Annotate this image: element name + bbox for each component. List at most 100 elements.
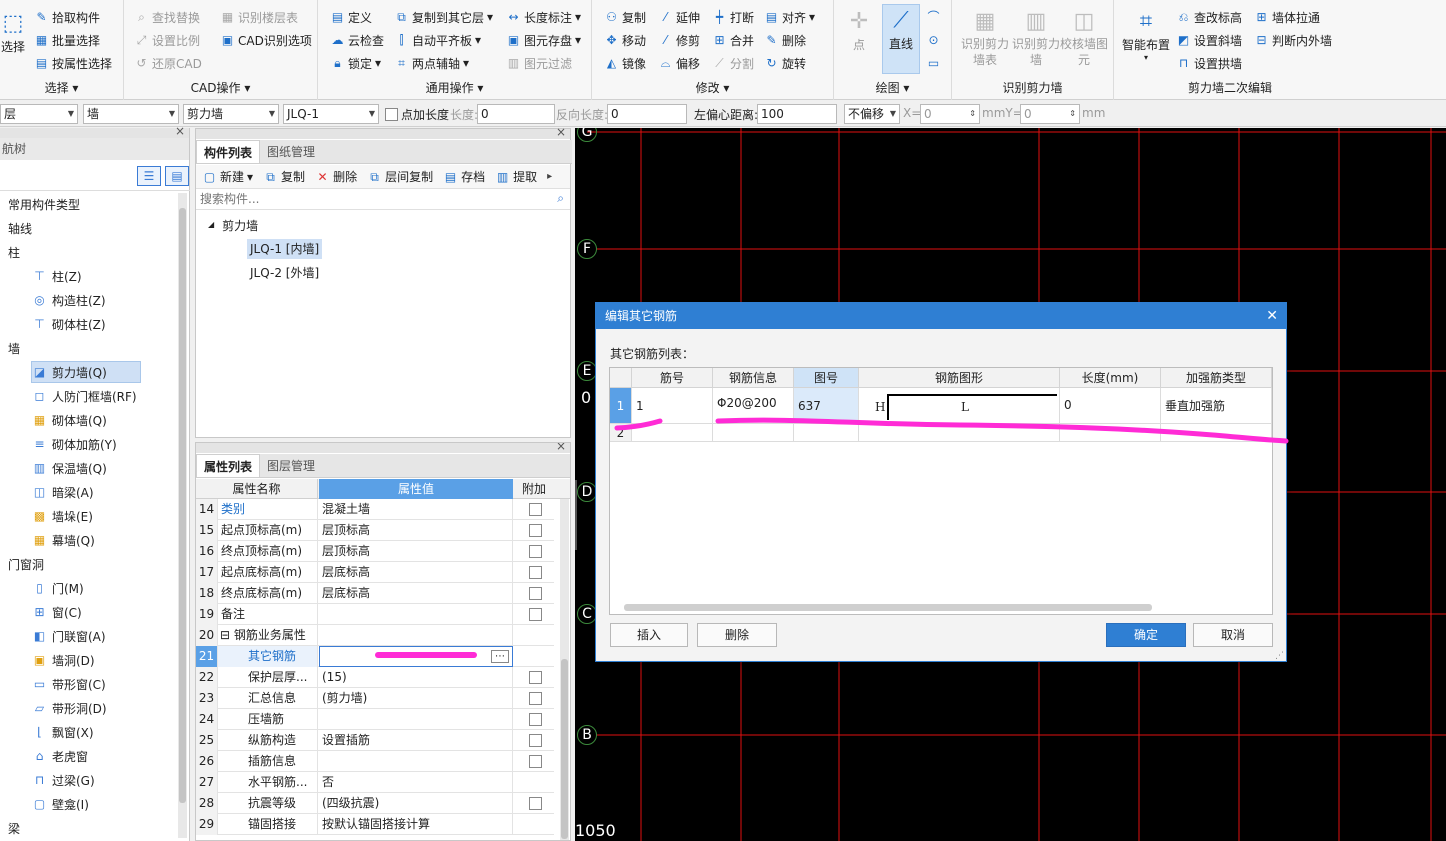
x-input[interactable]: 0 ⇕	[920, 104, 980, 124]
y-input[interactable]: 0 ⇕	[1020, 104, 1080, 124]
line-button[interactable]: ⟋ 直线	[882, 4, 920, 74]
type-select[interactable]: 剪力墙 ▼	[183, 104, 279, 124]
property-scrollbar-thumb[interactable]	[561, 659, 568, 839]
cancel-button[interactable]: 取消	[1193, 623, 1273, 647]
nav-column[interactable]: ⊤ 柱(Z)	[32, 265, 81, 287]
cell-length[interactable]: 0	[1060, 388, 1161, 424]
nav-beam-group[interactable]: 梁	[8, 817, 20, 839]
nav-lintel[interactable]: ⊓ 过梁(G)	[32, 769, 95, 791]
close-icon[interactable]: ×	[556, 125, 566, 139]
length-dimension-button[interactable]: ↔ 长度标注 ▾	[506, 7, 581, 27]
floor-select[interactable]: 层 ▼	[0, 104, 78, 124]
property-value[interactable]: (剪力墙)	[319, 688, 513, 709]
nav-niche[interactable]: ▢ 壁龛(I)	[32, 793, 89, 815]
property-row[interactable]: 25 纵筋构造 设置插筋	[196, 730, 554, 751]
property-value[interactable]: 按默认锚固搭接计算	[319, 814, 513, 835]
nav-door-window-combo[interactable]: ◧ 门联窗(A)	[32, 625, 106, 647]
property-value[interactable]: 设置插筋	[319, 730, 513, 751]
property-value[interactable]	[319, 709, 513, 730]
property-value[interactable]: 层顶标高	[319, 520, 513, 541]
nav-wall-pier[interactable]: ▩ 墙垛(E)	[32, 505, 93, 527]
splitter-handle[interactable]	[575, 480, 577, 550]
define-button[interactable]: ▤ 定义	[330, 7, 372, 27]
tab-component-list[interactable]: 构件列表	[196, 140, 261, 163]
component-search-input[interactable]	[196, 190, 536, 208]
batch-select-button[interactable]: ▦ 批量选择	[34, 30, 100, 50]
nav-window[interactable]: ⊞ 窗(C)	[32, 601, 81, 623]
circle-button[interactable]: ⊙	[926, 30, 941, 50]
property-row[interactable]: 26 插筋信息	[196, 751, 554, 772]
select-group-title[interactable]: 选择 ▾	[0, 79, 123, 96]
property-row[interactable]: 19 备注	[196, 604, 554, 625]
additional-checkbox[interactable]	[529, 734, 542, 747]
cell-rebar-info[interactable]	[713, 424, 794, 442]
property-row[interactable]: 21 其它钢筋 ⋯	[196, 646, 554, 667]
extend-button[interactable]: ⁄ 延伸	[658, 7, 700, 27]
nav-axis[interactable]: 轴线	[8, 217, 32, 239]
lock-button[interactable]: 🔒︎ 锁定 ▾	[330, 53, 381, 73]
additional-checkbox[interactable]	[529, 566, 542, 579]
component-item-jlq2[interactable]: JLQ-2 [外墙]	[247, 263, 322, 283]
property-row[interactable]: 20 ⊟ 钢筋业务属性	[196, 625, 554, 646]
cell-bar-no[interactable]	[632, 424, 713, 442]
additional-checkbox[interactable]	[529, 503, 542, 516]
property-value[interactable]: 层底标高	[319, 562, 513, 583]
reverse-length-input[interactable]: 0	[607, 104, 687, 124]
nav-masonry-column[interactable]: ⊤ 砌体柱(Z)	[32, 313, 105, 335]
point-button[interactable]: ✛ 点	[842, 6, 876, 53]
set-slant-wall-button[interactable]: ◩ 设置斜墙	[1176, 30, 1242, 50]
nav-masonry-reinforcement[interactable]: ≡ 砌体加筋(Y)	[32, 433, 116, 455]
property-value[interactable]: 否	[319, 772, 513, 793]
close-icon[interactable]: ×	[556, 443, 566, 453]
property-value[interactable]: ⋯	[319, 646, 513, 667]
auto-align-slab-button[interactable]: ⫿ 自动平齐板 ▾	[394, 30, 481, 50]
property-value[interactable]: 混凝土墙	[319, 499, 513, 520]
delete-component-button[interactable]: ✕ 删除	[315, 167, 358, 187]
nav-scrollbar[interactable]	[178, 193, 187, 838]
component-item-jlq1[interactable]: JLQ-1 [内墙]	[247, 239, 323, 259]
cell-reinforcement-type[interactable]: 垂直加强筋	[1161, 388, 1272, 424]
nav-column-group[interactable]: 柱	[8, 241, 20, 263]
cell-figure-no[interactable]: 637	[794, 388, 859, 424]
additional-checkbox[interactable]	[529, 545, 542, 558]
wall-extend-button[interactable]: ⊞ 墙体拉通	[1254, 7, 1320, 27]
nav-wall-opening[interactable]: ▣ 墙洞(D)	[32, 649, 95, 671]
list-view-icon[interactable]: ☰	[137, 166, 161, 186]
property-row[interactable]: 14 类别 混凝土墙	[196, 499, 554, 520]
rotate-button[interactable]: ↻ 旋转	[764, 53, 806, 73]
cell-rebar-shape[interactable]: H L	[859, 388, 1060, 424]
check-wall-button[interactable]: ◫ 校核墙图元	[1060, 6, 1108, 68]
property-value[interactable]	[319, 604, 513, 625]
ok-button[interactable]: 确定	[1106, 623, 1186, 647]
additional-checkbox[interactable]	[529, 587, 542, 600]
move-button[interactable]: ✥ 移动	[604, 30, 646, 50]
offset-mode-select[interactable]: 不偏移 ▼	[844, 104, 900, 124]
align-button[interactable]: ▤ 对齐 ▾	[764, 7, 815, 27]
cell-length[interactable]	[1060, 424, 1161, 442]
property-row[interactable]: 28 抗震等级 (四级抗震)	[196, 793, 554, 814]
additional-checkbox[interactable]	[529, 797, 542, 810]
cell-rebar-shape[interactable]	[859, 424, 1060, 442]
draw-group-title[interactable]: 绘图 ▾	[834, 79, 951, 96]
tab-drawing-management[interactable]: 图纸管理	[260, 140, 322, 163]
copy-button[interactable]: ⚇ 复制	[604, 7, 646, 27]
additional-checkbox[interactable]	[529, 671, 542, 684]
recognize-floor-table-button[interactable]: ▦ 识别楼层表	[220, 7, 298, 27]
more-actions-icon[interactable]: ▸	[547, 171, 552, 182]
cad-group-title[interactable]: CAD操作 ▾	[124, 79, 317, 96]
additional-checkbox[interactable]	[529, 713, 542, 726]
property-row[interactable]: 29 锚固搭接 按默认锚固搭接计算	[196, 814, 554, 835]
row-index[interactable]: 2	[610, 424, 632, 442]
nav-door[interactable]: ▯ 门(M)	[32, 577, 84, 599]
split-button[interactable]: ⟋ 分割	[712, 53, 754, 73]
cell-figure-no[interactable]	[794, 424, 859, 442]
modify-group-title[interactable]: 修改 ▾	[592, 79, 833, 96]
cad-recognize-options-button[interactable]: ▣ CAD识别选项	[220, 30, 312, 50]
nav-wall-group[interactable]: 墙	[8, 337, 20, 359]
extract-button[interactable]: ▥ 提取	[495, 167, 537, 187]
additional-checkbox[interactable]	[529, 524, 542, 537]
property-row[interactable]: 23 汇总信息 (剪力墙)	[196, 688, 554, 709]
nav-bay-window[interactable]: ⌊ 飘窗(X)	[32, 721, 93, 743]
expand-icon[interactable]: ◢	[208, 217, 214, 234]
length-input[interactable]: 0	[477, 104, 555, 124]
